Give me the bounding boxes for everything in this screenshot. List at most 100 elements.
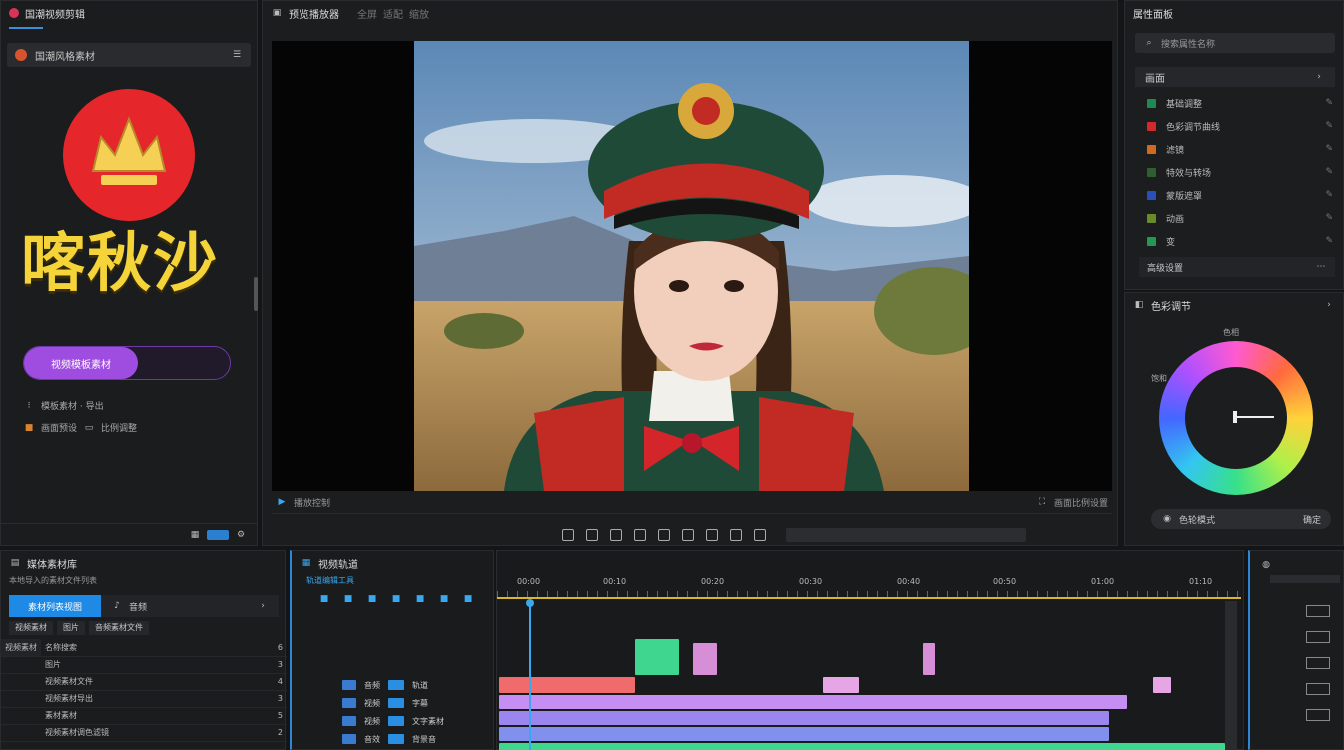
- property-row[interactable]: 色彩调节曲线 ✎: [1147, 119, 1333, 133]
- timeline-scrollbar[interactable]: [1225, 601, 1237, 750]
- color-wheel-handle[interactable]: [1236, 416, 1274, 418]
- edit-icon[interactable]: ✎: [1325, 236, 1333, 246]
- track-toggle[interactable]: [388, 680, 404, 690]
- minimap-thumb[interactable]: [1306, 605, 1330, 617]
- asset-item[interactable]: 国潮风格素材 ☰: [7, 43, 251, 67]
- select-tool-icon[interactable]: ■: [318, 593, 330, 605]
- cut-tool-icon[interactable]: ■: [342, 593, 354, 605]
- preview-tab-2[interactable]: 适配: [383, 6, 403, 21]
- zoom-in-icon[interactable]: ■: [414, 593, 426, 605]
- copy-icon[interactable]: [610, 529, 622, 541]
- minimap-thumb[interactable]: [1306, 683, 1330, 695]
- scrollbar[interactable]: [254, 277, 258, 311]
- subtab-audio[interactable]: 音频素材文件: [89, 621, 149, 635]
- grid-icon[interactable]: ▦: [189, 529, 201, 541]
- settings-icon[interactable]: ⚙: [235, 529, 247, 541]
- track-toggle[interactable]: [388, 716, 404, 726]
- audio-clip[interactable]: [923, 643, 935, 675]
- table-row[interactable]: 素材素材 5: [1, 707, 287, 725]
- minimap-thumb[interactable]: [1306, 631, 1330, 643]
- link-icon[interactable]: ■: [390, 593, 402, 605]
- track-lock-icon[interactable]: [342, 734, 356, 744]
- properties-search[interactable]: ⌕ 搜索属性名称: [1135, 33, 1335, 53]
- play-icon[interactable]: ▶: [276, 496, 288, 508]
- table-row[interactable]: 图片 3: [1, 656, 287, 674]
- tab-list-view[interactable]: 素材列表视图: [9, 595, 101, 617]
- preset-label[interactable]: 画面预设: [41, 421, 77, 434]
- playhead[interactable]: [526, 599, 534, 750]
- globe-icon[interactable]: ◍: [1260, 559, 1272, 571]
- ratio-label[interactable]: 比例调整: [101, 421, 137, 434]
- track-toggle[interactable]: [388, 698, 404, 708]
- edit-icon[interactable]: ✎: [1325, 98, 1333, 108]
- minimap-thumb[interactable]: [1306, 709, 1330, 721]
- track-row[interactable]: 视频 字幕: [292, 695, 496, 711]
- speed-icon[interactable]: [706, 529, 718, 541]
- property-group-header[interactable]: 画面 ›: [1135, 67, 1335, 87]
- reverse-icon[interactable]: [754, 529, 766, 541]
- track-toggle[interactable]: [388, 734, 404, 744]
- preview-tab-3[interactable]: 缩放: [409, 6, 429, 21]
- timecode-field[interactable]: [786, 528, 1026, 542]
- video-clip[interactable]: [499, 695, 1127, 709]
- property-row[interactable]: 蒙版遮罩 ✎: [1147, 188, 1333, 202]
- track-lock-icon[interactable]: [342, 716, 356, 726]
- template-toggle[interactable]: 视频模板素材: [23, 346, 231, 380]
- zoom-out-icon[interactable]: ■: [438, 593, 450, 605]
- mirror-icon[interactable]: [658, 529, 670, 541]
- delete-icon[interactable]: [634, 529, 646, 541]
- magnet-icon[interactable]: ■: [366, 593, 378, 605]
- color-wheel[interactable]: [1159, 341, 1313, 495]
- preview-scrubber[interactable]: [272, 513, 1112, 521]
- edit-icon[interactable]: ✎: [1325, 121, 1333, 131]
- title-clip[interactable]: [1153, 677, 1171, 693]
- property-row[interactable]: 动画 ✎: [1147, 211, 1333, 225]
- marker-icon[interactable]: ■: [462, 593, 474, 605]
- title-clip[interactable]: [499, 677, 635, 693]
- property-row[interactable]: 基础调整 ✎: [1147, 96, 1333, 110]
- video-clip[interactable]: [499, 711, 1109, 725]
- apply-button[interactable]: [207, 529, 229, 540]
- track-row[interactable]: 视频 文字素材: [292, 713, 496, 729]
- edit-icon[interactable]: ✎: [1325, 190, 1333, 200]
- track-lock-icon[interactable]: [342, 680, 356, 690]
- tab-audio[interactable]: ♪ 音频 ›: [101, 595, 279, 617]
- property-row[interactable]: 变 ✎: [1147, 234, 1333, 248]
- video-clip[interactable]: [499, 727, 1109, 741]
- minimap-thumb[interactable]: [1306, 657, 1330, 669]
- audio-clip[interactable]: [693, 643, 717, 675]
- edit-icon[interactable]: ✎: [1325, 144, 1333, 154]
- preview-tab-1[interactable]: 全屏: [357, 6, 377, 21]
- color-confirm[interactable]: 确定: [1303, 513, 1321, 526]
- subtab-image[interactable]: 图片: [57, 621, 85, 635]
- color-wheel-knob[interactable]: [1233, 411, 1237, 423]
- edit-icon[interactable]: ✎: [1325, 213, 1333, 223]
- freeze-icon[interactable]: [730, 529, 742, 541]
- chevron-right-icon[interactable]: ›: [1323, 299, 1335, 311]
- split-icon[interactable]: [586, 529, 598, 541]
- color-mode-bar[interactable]: ◉ 色轮模式 确定: [1151, 509, 1331, 529]
- menu-icon[interactable]: ☰: [231, 49, 243, 61]
- subtab-video[interactable]: 视频素材: [9, 621, 53, 635]
- crop-icon[interactable]: [562, 529, 574, 541]
- property-row[interactable]: 滤镜 ✎: [1147, 142, 1333, 156]
- fullscreen-icon[interactable]: ⛶: [1036, 496, 1048, 508]
- preview-canvas[interactable]: [272, 41, 1112, 491]
- rotate-icon[interactable]: [682, 529, 694, 541]
- track-lock-icon[interactable]: [342, 698, 356, 708]
- template-button[interactable]: 视频模板素材: [24, 347, 138, 379]
- eyedropper-icon[interactable]: ◉: [1161, 513, 1173, 525]
- title-clip[interactable]: [823, 677, 859, 693]
- timeline-ruler[interactable]: 00:00 00:10 00:20 00:30 00:40 00:50 01:0…: [497, 577, 1245, 599]
- work-area-bar[interactable]: [497, 597, 1241, 599]
- track-row[interactable]: 音频 轨道: [292, 677, 496, 693]
- minimap-slider[interactable]: [1270, 575, 1340, 583]
- table-row[interactable]: 视频素材文件 4: [1, 673, 287, 691]
- edit-icon[interactable]: ✎: [1325, 167, 1333, 177]
- table-row[interactable]: 视频素材导出 3: [1, 690, 287, 708]
- track-row[interactable]: 音效 背景音: [292, 731, 496, 747]
- property-row[interactable]: 特效与转场 ✎: [1147, 165, 1333, 179]
- ratio-setting[interactable]: 画面比例设置: [1054, 496, 1108, 509]
- table-row[interactable]: 视频素材调色滤镜 2: [1, 724, 287, 742]
- audio-waveform-clip[interactable]: [499, 743, 1225, 750]
